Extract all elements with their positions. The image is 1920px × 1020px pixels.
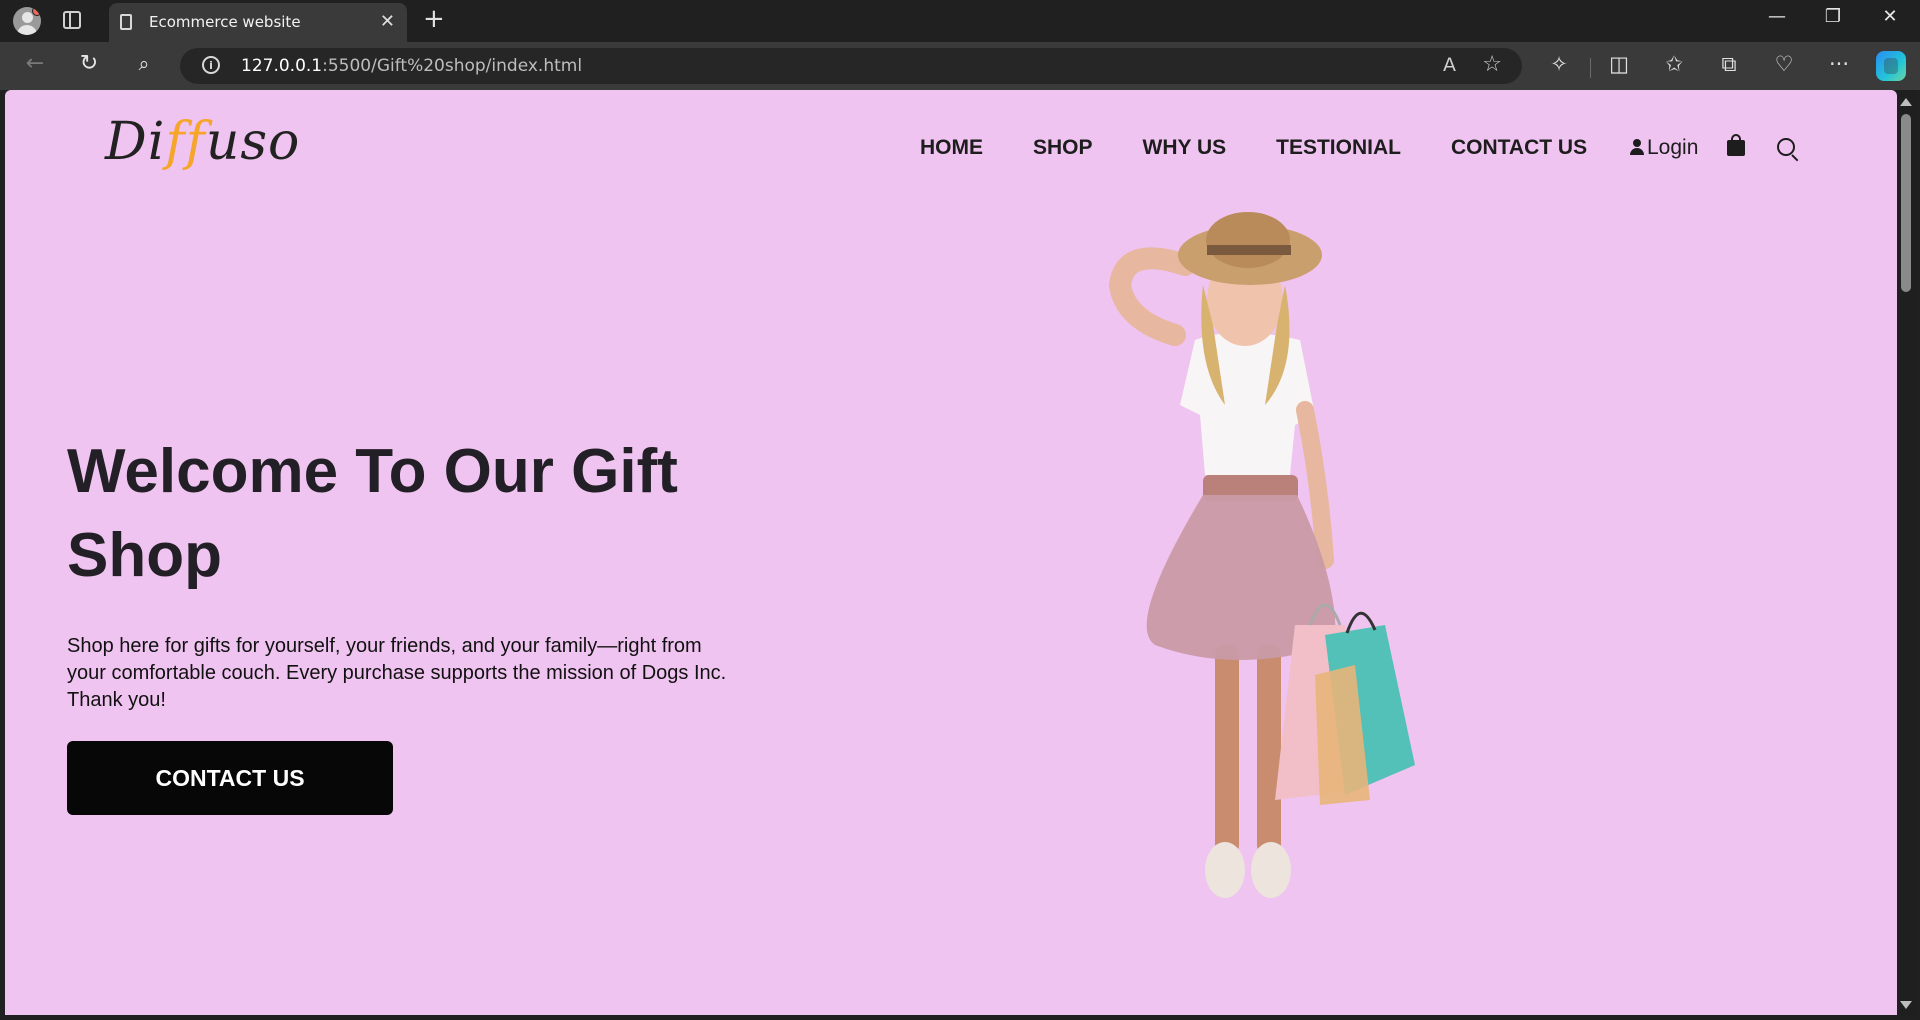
search-tab-icon[interactable]: ⌕ [129, 53, 159, 75]
scroll-down-icon[interactable] [1900, 1001, 1912, 1009]
contact-us-button[interactable]: CONTACT US [67, 741, 393, 815]
nav-home[interactable]: HOME [920, 136, 983, 160]
browser-toolbar: ← ↻ ⌕ i 127.0.0.1:5500/Gift%20shop/index… [0, 42, 1920, 90]
page-scrollbar[interactable] [1897, 90, 1915, 1015]
site-logo[interactable]: Diffuso [105, 112, 300, 172]
hero-girl-with-shopping-bags-image [1108, 212, 1415, 898]
tab-strip: Ecommerce website ✕ + — ❐ ✕ [0, 0, 1920, 43]
hero-title: Welcome To Our Gift Shop [67, 437, 678, 590]
hero-description: Shop here for gifts for yourself, your f… [67, 635, 727, 711]
favorites-icon[interactable]: ✩ [1659, 52, 1689, 76]
search-icon[interactable] [1777, 138, 1795, 156]
favorite-star-icon[interactable]: ☆ [1482, 52, 1502, 77]
extensions-icon[interactable]: ✧ [1544, 52, 1574, 76]
profile-avatar-icon[interactable] [13, 7, 41, 35]
refresh-icon[interactable]: ↻ [74, 51, 104, 76]
browser-essentials-icon[interactable]: ♡ [1769, 52, 1799, 76]
split-screen-icon[interactable]: ◫ [1604, 52, 1634, 76]
nav-contact-us[interactable]: CONTACT US [1451, 136, 1587, 160]
page-icon [120, 14, 132, 30]
restore-icon[interactable]: ❐ [1813, 6, 1853, 27]
address-bar[interactable]: i 127.0.0.1:5500/Gift%20shop/index.html … [180, 48, 1522, 84]
nav-why-us[interactable]: WHY US [1143, 136, 1227, 160]
back-icon[interactable]: ← [20, 51, 50, 76]
more-menu-icon[interactable]: ··· [1824, 52, 1854, 76]
new-tab-icon[interactable]: + [423, 4, 445, 34]
login-link[interactable]: Login [1630, 136, 1698, 160]
read-aloud-icon[interactable]: A [1443, 54, 1456, 76]
page-viewport: Diffuso HOME SHOP WHY US TESTIONIAL CONT… [5, 90, 1897, 1015]
shopping-bag-icon[interactable] [1727, 134, 1745, 156]
nav-testimonial[interactable]: TESTIONIAL [1276, 136, 1401, 160]
collections-icon[interactable]: ⧉ [1714, 52, 1744, 77]
close-tab-icon[interactable]: ✕ [380, 11, 395, 32]
url-text[interactable]: 127.0.0.1:5500/Gift%20shop/index.html [241, 56, 582, 76]
minimize-icon[interactable]: — [1757, 6, 1797, 27]
site-info-icon[interactable]: i [202, 56, 220, 74]
scroll-thumb[interactable] [1901, 114, 1911, 292]
scroll-up-icon[interactable] [1900, 98, 1912, 106]
tab-actions-icon[interactable] [63, 11, 81, 29]
browser-tab[interactable]: Ecommerce website ✕ [109, 3, 407, 43]
browser-chrome: Ecommerce website ✕ + — ❐ ✕ ← ↻ ⌕ i 127.… [0, 0, 1920, 90]
main-nav: HOME SHOP WHY US TESTIONIAL CONTACT US [920, 136, 1637, 160]
tab-title: Ecommerce website [149, 13, 301, 31]
copilot-icon[interactable] [1876, 51, 1906, 81]
user-icon [1630, 139, 1644, 155]
close-window-icon[interactable]: ✕ [1870, 6, 1910, 27]
toolbar-divider [1590, 58, 1591, 78]
nav-shop[interactable]: SHOP [1033, 136, 1093, 160]
